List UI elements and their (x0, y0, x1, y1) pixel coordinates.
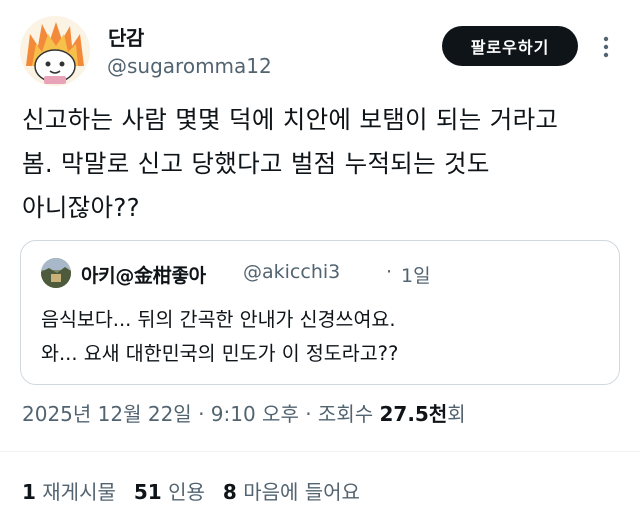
likes-count: 8 (222, 480, 237, 504)
reposts-count: 1 (22, 480, 36, 504)
quote-line: 와... 요새 대한민국의 민도가 이 정도라고?? (41, 342, 399, 365)
flame-character-icon (26, 22, 84, 84)
divider (0, 451, 640, 452)
follow-button[interactable]: 팔로우하기 (442, 26, 578, 66)
view-count-unit: 회 (447, 402, 466, 426)
quote-author-avatar[interactable] (41, 258, 71, 288)
separator-dot: · (386, 261, 393, 283)
quoted-tweet[interactable]: 아키@金柑좋아 @akicchi3 · 1일 음식보다... 뒤의 간곡한 안내… (20, 240, 620, 385)
author-display-name[interactable]: 단감 (108, 22, 144, 51)
tweet-metadata: 2025년 12월 22일 · 9:10 오후 · 조회수 27.5천회 (22, 398, 466, 427)
photo-avatar-icon (41, 258, 71, 288)
reposts-stat[interactable]: 1 재게시물 (22, 480, 116, 504)
quote-text: 음식보다... 뒤의 간곡한 안내가 신경쓰여요. 와... 요새 대한민국의 … (41, 303, 398, 371)
quote-line: 음식보다... 뒤의 간곡한 안내가 신경쓰여요. (41, 308, 396, 331)
likes-stat[interactable]: 8 마음에 들어요 (223, 480, 360, 504)
tweet-line: 신고하는 사람 몇몇 덕에 치안에 보탬이 되는 거라고 (22, 105, 559, 134)
quotes-stat[interactable]: 51 인용 (134, 480, 205, 504)
author-handle[interactable]: @sugaromma12 (107, 54, 272, 78)
tweet-date[interactable]: 2025년 12월 22일 · 9:10 오후 · 조회수 (22, 402, 379, 426)
tweet-line: 아니잖아?? (22, 193, 140, 222)
likes-label: 마음에 들어요 (243, 480, 360, 504)
quote-timestamp[interactable]: 1일 (401, 261, 431, 288)
quotes-label: 인용 (168, 480, 205, 504)
engagement-stats: 1 재게시물 51 인용 8 마음에 들어요 (22, 476, 360, 505)
reposts-label: 재게시물 (42, 480, 116, 504)
more-vertical-icon[interactable] (596, 34, 616, 60)
quote-author-handle[interactable]: @akicchi3 (243, 261, 340, 283)
author-avatar[interactable] (20, 16, 90, 86)
quotes-count: 51 (133, 480, 162, 504)
view-count: 27.5천 (379, 402, 448, 426)
tweet-line: 봄. 막말로 신고 당했다고 벌점 누적되는 것도 (22, 149, 490, 178)
quote-author-name[interactable]: 아키@金柑좋아 (81, 261, 206, 288)
tweet-text: 신고하는 사람 몇몇 덕에 치안에 보탬이 되는 거라고 봄. 막말로 신고 당… (22, 98, 622, 230)
